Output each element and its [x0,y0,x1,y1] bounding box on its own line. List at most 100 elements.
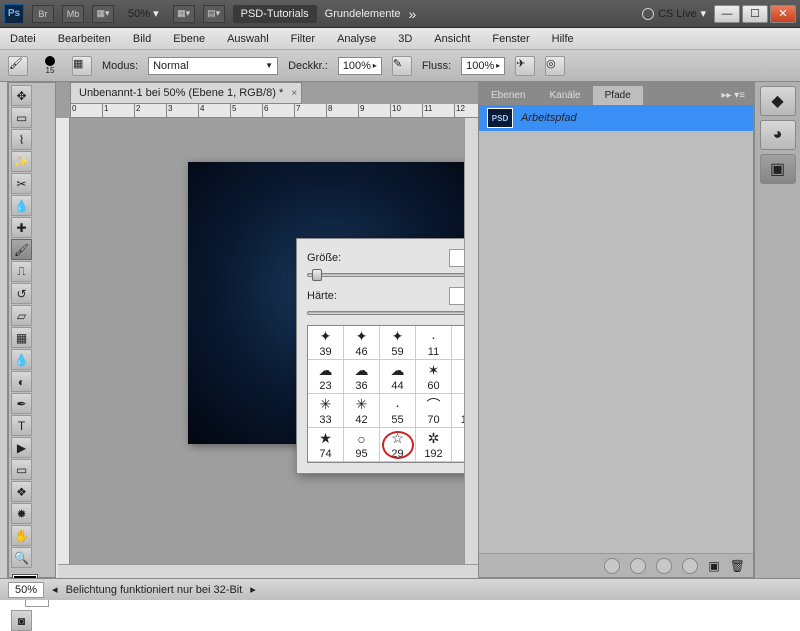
menu-ansicht[interactable]: Ansicht [430,31,474,47]
panel-list[interactable]: PSD Arbeitspfad [479,105,753,553]
menu-bearbeiten[interactable]: Bearbeiten [54,31,115,47]
wand-tool[interactable]: ✨ [11,151,32,172]
tab-kanaele[interactable]: Kanäle [537,86,592,105]
brush-preset-cell[interactable]: ✲192 [416,428,452,462]
minibridge-button[interactable]: Mb [62,5,84,23]
brush-preset-cell[interactable]: ☁ [416,462,452,463]
brush-preset-cell[interactable]: ✶60 [416,360,452,394]
panel-menu-icon[interactable]: ▸▸ ▾≡ [713,86,753,105]
options-bar: 🖌 15 ▦ Modus: Normal▼ Deckkr.: 100%▸ ✎ F… [0,50,800,82]
maximize-button[interactable]: ☐ [742,5,768,23]
close-tab-icon[interactable]: × [291,88,297,99]
brush-preset-cell[interactable]: ☁36 [344,360,380,394]
canvas-scrollbar-horizontal[interactable] [58,564,478,578]
eyedropper-tool[interactable]: 💧 [11,195,32,216]
arrange-button[interactable]: ▦▾ [173,5,195,23]
marquee-tool[interactable]: ▭ [11,107,32,128]
dock-swatches-icon[interactable]: ◕ [760,120,796,150]
path-select-tool[interactable]: ▶ [11,437,32,458]
history-brush-tool[interactable]: ↺ [11,283,32,304]
brush-preset-cell[interactable]: ⌒70 [416,394,452,428]
more-workspaces[interactable]: » [409,6,417,22]
brush-preview-button[interactable]: 15 [38,54,62,78]
deckkr-field[interactable]: 100%▸ [338,57,382,75]
tab-ebenen[interactable]: Ebenen [479,86,537,105]
menu-analyse[interactable]: Analyse [333,31,380,47]
screen-mode-button[interactable]: ▦▾ [92,5,114,23]
dodge-tool[interactable]: ◐ [11,371,32,392]
brush-preset-cell[interactable]: ☁44 [380,360,416,394]
ruler-vertical[interactable] [56,118,70,578]
type-tool[interactable]: T [11,415,32,436]
crop-tool[interactable]: ✂ [11,173,32,194]
selection-from-path-icon[interactable] [656,558,672,574]
dock-layers-icon[interactable]: ▣ [760,154,796,184]
document-tab[interactable]: Unbenannt-1 bei 50% (Ebene 1, RGB/8) *× [70,82,302,104]
extras-button[interactable]: ▤▾ [203,5,225,23]
brush-panel-button[interactable]: ▦ [72,56,92,76]
workspace-label-1[interactable]: PSD-Tutorials [233,5,317,23]
brush-preset-cell[interactable]: ○95 [344,428,380,462]
brush-preset-cell[interactable]: ☁ [380,462,416,463]
status-prev-icon[interactable]: ◂ [52,583,58,596]
brush-preset-cell[interactable]: ✳33 [308,394,344,428]
brush-preset-cell[interactable]: ✦59 [380,326,416,360]
workspace-label-2[interactable]: Grundelemente [325,8,401,20]
pen-tool[interactable]: ✒ [11,393,32,414]
brush-preset-cell[interactable]: ·11 [416,326,452,360]
lasso-tool[interactable]: ⌇ [11,129,32,150]
zoom-tool[interactable]: 🔍 [11,547,32,568]
canvas-scrollbar-vertical[interactable] [464,118,478,564]
blur-tool[interactable]: 💧 [11,349,32,370]
pressure-size-icon[interactable]: ◎ [545,56,565,76]
new-path-icon[interactable]: ▣ [708,559,719,573]
brush-preset-cell[interactable]: · [344,462,380,463]
menu-hilfe[interactable]: Hilfe [548,31,578,47]
brush-preset-cell[interactable]: ★74 [308,428,344,462]
brush-preset-cell[interactable]: ☆29 [380,428,416,462]
cslive-button[interactable]: CS Live ▾ [642,7,706,20]
menu-3d[interactable]: 3D [394,31,416,47]
tab-pfade[interactable]: Pfade [593,86,643,105]
menu-datei[interactable]: Datei [6,31,40,47]
modus-dropdown[interactable]: Normal▼ [148,57,278,75]
menu-fenster[interactable]: Fenster [488,31,533,47]
shape-tool[interactable]: ▭ [11,459,32,480]
fill-path-icon[interactable] [604,558,620,574]
gradient-tool[interactable]: ▦ [11,327,32,348]
close-button[interactable]: ✕ [770,5,796,23]
3d-camera-tool[interactable]: ✹ [11,503,32,524]
heal-tool[interactable]: ✚ [11,217,32,238]
3d-tool[interactable]: ❖ [11,481,32,502]
minimize-button[interactable]: — [714,5,740,23]
menu-filter[interactable]: Filter [287,31,319,47]
brush-preset-cell[interactable]: ✦46 [344,326,380,360]
brush-preset-cell[interactable]: ·55 [380,394,416,428]
brush-tool[interactable]: 🖌 [11,239,32,260]
move-tool[interactable]: ✥ [11,85,32,106]
menu-auswahl[interactable]: Auswahl [223,31,273,47]
menu-bild[interactable]: Bild [129,31,155,47]
menu-ebene[interactable]: Ebene [169,31,209,47]
title-zoom[interactable]: 50% ▾ [122,7,165,20]
brush-preset-cell[interactable]: ✳42 [344,394,380,428]
fluss-field[interactable]: 100%▸ [461,57,505,75]
brush-preset-cell[interactable]: ≋ [308,462,344,463]
brush-preset-cell[interactable]: ✦39 [308,326,344,360]
quickmask-button[interactable]: ◙ [11,610,32,631]
status-zoom[interactable]: 50% [8,582,44,598]
bridge-button[interactable]: Br [32,5,54,23]
airbrush-icon[interactable]: ✈ [515,56,535,76]
brush-preset-cell[interactable]: ☁23 [308,360,344,394]
stamp-tool[interactable]: ⎍ [11,261,32,282]
status-next-icon[interactable]: ▸ [250,583,256,596]
pressure-opacity-icon[interactable]: ✎ [392,56,412,76]
path-item-arbeitspfad[interactable]: PSD Arbeitspfad [479,105,753,131]
hand-tool[interactable]: ✋ [11,525,32,546]
stroke-path-icon[interactable] [630,558,646,574]
dock-color-icon[interactable]: ◆ [760,86,796,116]
tool-preset-button[interactable]: 🖌 [8,56,28,76]
eraser-tool[interactable]: ▱ [11,305,32,326]
delete-path-icon[interactable]: 🗑 [730,559,745,573]
path-from-selection-icon[interactable] [682,558,698,574]
